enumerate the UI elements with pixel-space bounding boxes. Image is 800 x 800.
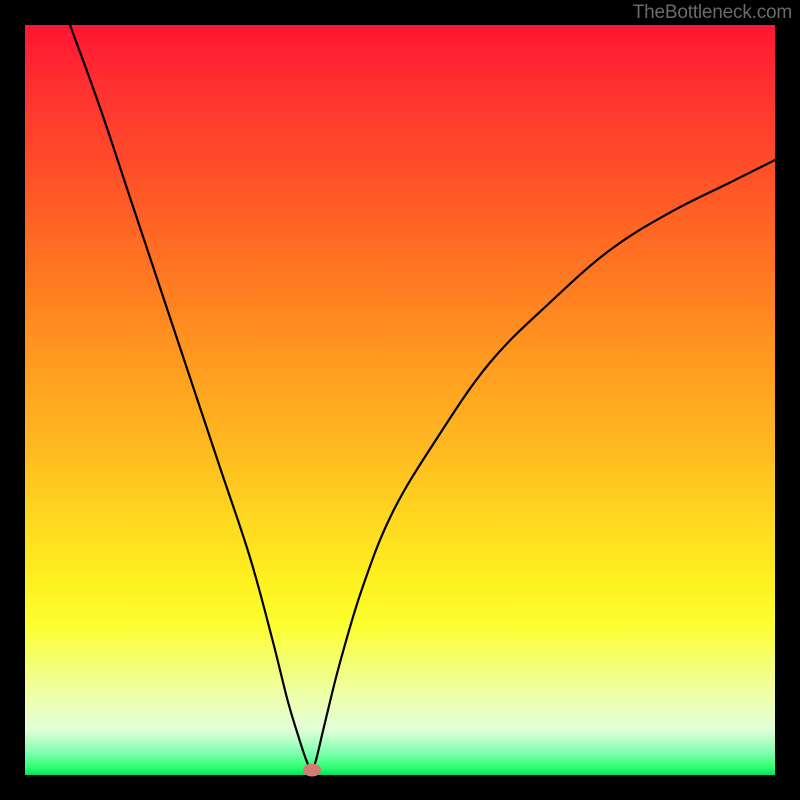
plot-area xyxy=(25,25,775,775)
chart-frame: TheBottleneck.com xyxy=(0,0,800,800)
bottleneck-curve xyxy=(25,25,775,775)
optimal-marker xyxy=(303,763,321,776)
attribution-text: TheBottleneck.com xyxy=(633,2,792,24)
